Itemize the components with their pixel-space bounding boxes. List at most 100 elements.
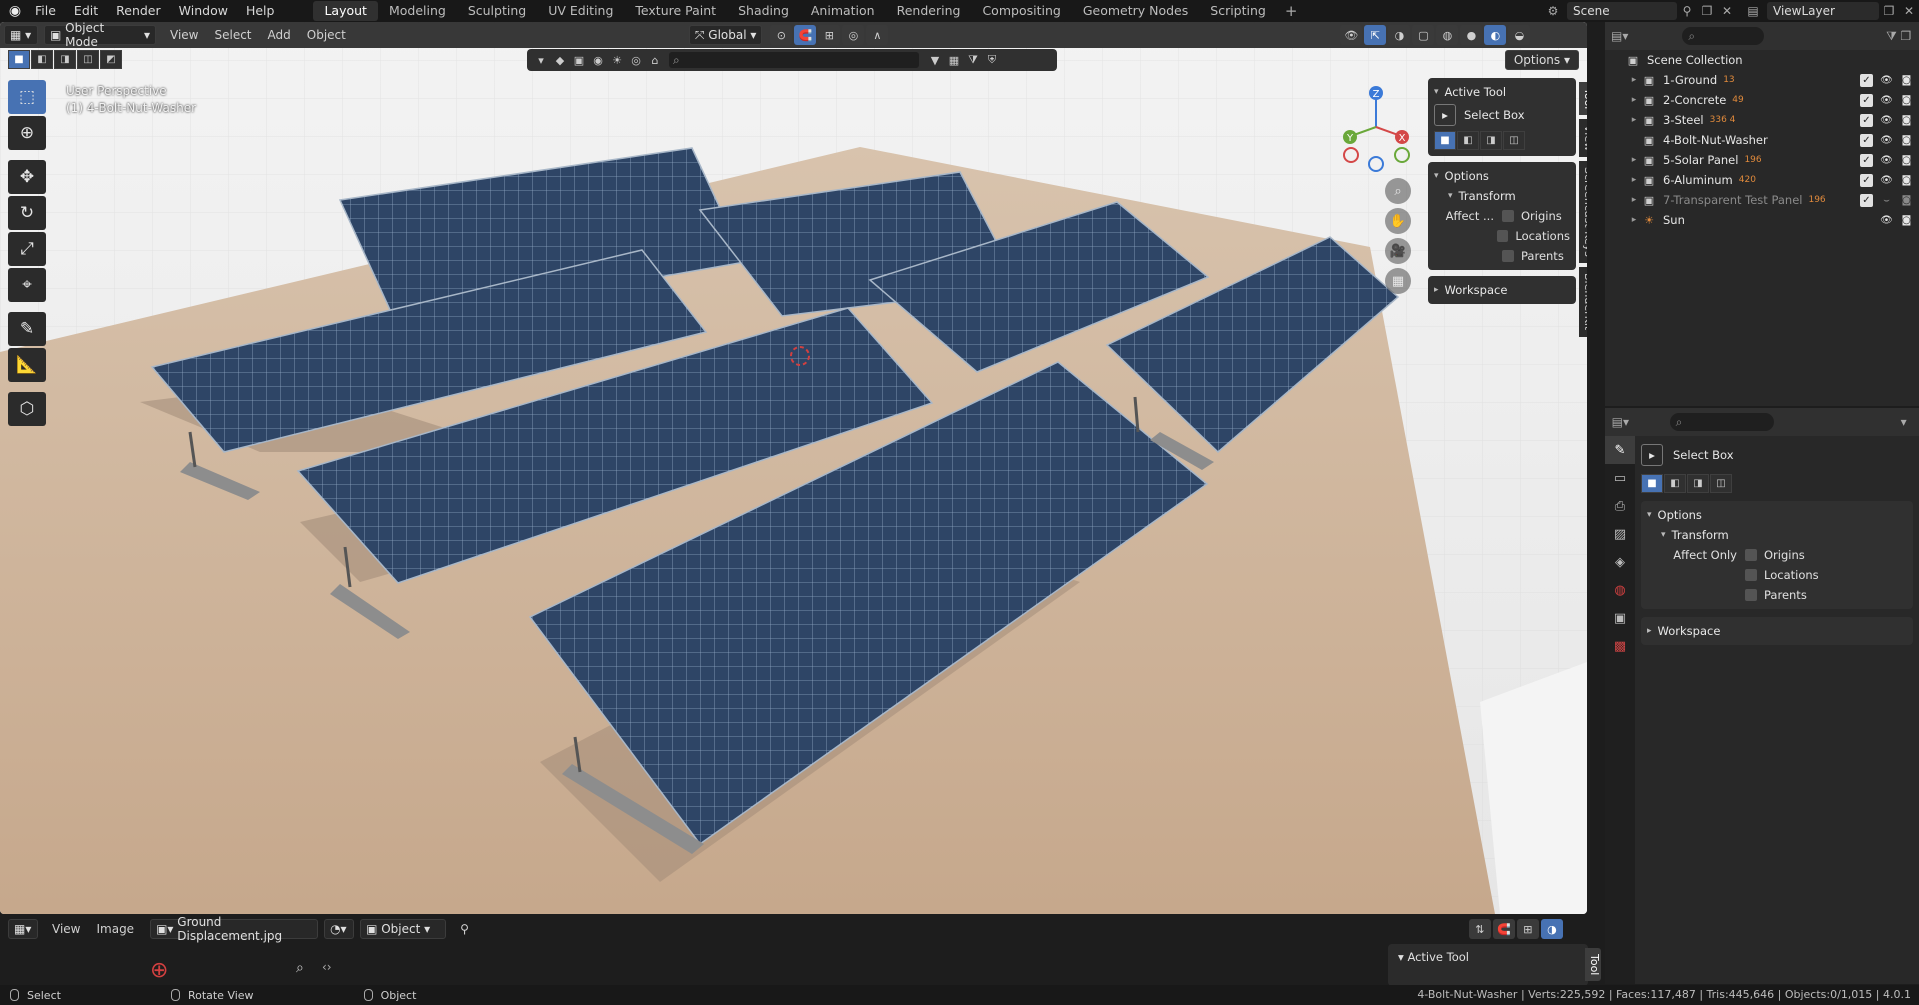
viewport-menu-object[interactable]: Object	[299, 28, 354, 42]
exclude-checkbox-icon[interactable]: ✓	[1860, 173, 1873, 187]
image-zoom-icon[interactable]: ⌕	[296, 960, 304, 976]
render-properties-tab-icon[interactable]: ▭	[1605, 464, 1635, 492]
object-mode-dropdown[interactable]: ▣ Object Mode ▾	[44, 22, 156, 49]
image-mode-dropdown[interactable]: ◔▾	[324, 919, 355, 939]
camera-render-icon[interactable]: ◙	[1900, 174, 1913, 187]
npanel-mode-new-icon[interactable]: ■	[1434, 131, 1456, 150]
properties-mode-subtract-icon[interactable]: ◨	[1687, 474, 1709, 493]
eye-icon[interactable]: 👁	[1880, 94, 1893, 107]
expand-arrows-icon[interactable]: ‹›	[322, 960, 332, 974]
blender-logo-icon[interactable]: ◉	[4, 0, 26, 22]
rendered-shading-icon[interactable]: ◒	[1508, 25, 1531, 45]
object-dropdown[interactable]: ▣ Object ▾	[360, 919, 447, 939]
view-layer-selector[interactable]: ViewLayer	[1767, 2, 1879, 20]
sidebar-tab-screencast-keys[interactable]: Screencast Keys	[1579, 161, 1587, 264]
outliner-row[interactable]: ▸ ▣ 2-Concrete 49 ✓ 👁 ◙	[1605, 90, 1919, 110]
sidebar-tab-tool[interactable]: Tool	[1579, 82, 1587, 116]
collection-properties-tab-icon[interactable]: ▣	[1605, 604, 1635, 632]
new-view-layer-icon[interactable]: ❐	[1879, 2, 1899, 20]
expand-arrow-icon[interactable]: ▸	[1627, 95, 1641, 105]
navigation-gizmo[interactable]: Z Y X	[1336, 82, 1416, 172]
measure-tool-icon[interactable]: 📐	[8, 348, 46, 382]
scene-selector[interactable]: Scene	[1567, 2, 1677, 20]
add-cube-tool-icon[interactable]: ⬡	[8, 392, 46, 426]
workspace-panel[interactable]: ▸ Workspace	[1428, 276, 1576, 304]
properties-mode-invert-icon[interactable]: ◫	[1710, 474, 1732, 493]
menu-help[interactable]: Help	[237, 0, 284, 22]
camera-render-icon[interactable]: ◙	[1900, 114, 1913, 127]
npanel-mode-subtract-icon[interactable]: ◨	[1480, 131, 1502, 150]
properties-workspace-panel[interactable]: ▸ Workspace	[1641, 617, 1913, 645]
outliner-row[interactable]: ▸ ▣ 1-Ground 13 ✓ 👁 ◙	[1605, 70, 1919, 90]
overlay-toggle-icon[interactable]: ◑	[1388, 25, 1411, 45]
lock-filter-icon[interactable]: ⌂	[647, 52, 663, 68]
viewport-menu-add[interactable]: Add	[260, 28, 299, 42]
properties-search-input[interactable]: ⌕	[1669, 413, 1775, 431]
expand-arrow-icon[interactable]: ▸	[1627, 215, 1641, 225]
exclude-checkbox-icon[interactable]: ✓	[1860, 193, 1873, 207]
select-invert-icon[interactable]: ◫	[77, 50, 99, 69]
menu-file[interactable]: File	[26, 0, 65, 22]
bookmark-icon[interactable]: ▼	[927, 52, 943, 68]
camera-render-icon[interactable]: ◙	[1900, 134, 1913, 147]
properties-mode-extend-icon[interactable]: ◧	[1664, 474, 1686, 493]
tab-rendering[interactable]: Rendering	[886, 1, 972, 21]
ortho-grid-icon[interactable]: ▦	[1385, 268, 1411, 294]
camera-filter-icon[interactable]: ◎	[628, 52, 644, 68]
collapse-icon[interactable]: ▾	[1434, 87, 1439, 97]
properties-options-icon[interactable]: ▾	[1894, 413, 1913, 431]
material-shading-icon[interactable]: ◐	[1484, 25, 1507, 45]
tab-texture-paint[interactable]: Texture Paint	[624, 1, 727, 21]
shield-icon[interactable]: ⛨	[984, 52, 1000, 68]
hidden-eye-icon[interactable]: ⌣	[1880, 194, 1893, 207]
xray-icon[interactable]: ▢	[1412, 25, 1435, 45]
npanel-mode-extend-icon[interactable]: ◧	[1457, 131, 1479, 150]
collapse-icon[interactable]: ▾	[1448, 191, 1453, 201]
output-properties-tab-icon[interactable]: ⎙	[1605, 492, 1635, 520]
color-filter-icon[interactable]: ◆	[552, 52, 568, 68]
collapse-icon[interactable]: ▾	[1661, 530, 1666, 540]
delete-scene-icon[interactable]: ✕	[1717, 2, 1737, 20]
select-extend-icon[interactable]: ◧	[31, 50, 53, 69]
outliner-type-icon[interactable]: ▤▾	[1611, 27, 1628, 45]
tool-properties-tab-icon[interactable]: ✎	[1605, 436, 1635, 464]
properties-type-icon[interactable]: ▤▾	[1611, 413, 1630, 431]
tab-scripting[interactable]: Scripting	[1199, 1, 1277, 21]
transform-tool-icon[interactable]: ⌖	[8, 268, 46, 302]
eye-icon[interactable]: 👁	[1880, 134, 1893, 147]
move-tool-icon[interactable]: ✥	[8, 160, 46, 194]
select-box-tool-icon[interactable]: ⬚	[8, 80, 46, 114]
new-scene-icon[interactable]: ❐	[1697, 2, 1717, 20]
annotate-tool-icon[interactable]: ✎	[8, 312, 46, 346]
properties-parents-checkbox[interactable]	[1745, 589, 1757, 601]
collapse-icon[interactable]: ▾	[1647, 510, 1652, 520]
camera-render-icon[interactable]: ◙	[1900, 194, 1913, 207]
expand-arrow-icon[interactable]: ▸	[1627, 75, 1641, 85]
tab-geometry-nodes[interactable]: Geometry Nodes	[1072, 1, 1199, 21]
funnel-icon[interactable]: ⧩	[965, 52, 981, 68]
pan-hand-icon[interactable]: ✋	[1385, 208, 1411, 234]
transform-orientation-dropdown[interactable]: ⤧ Global ▾	[688, 25, 763, 45]
exclude-checkbox-icon[interactable]: ✓	[1860, 113, 1873, 127]
camera-render-icon[interactable]: ◙	[1900, 74, 1913, 87]
outliner-row[interactable]: ▸ ▣ 7-Transparent Test Panel 196 ✓ ⌣ ◙	[1605, 190, 1919, 210]
sidebar-tab-blenderkit[interactable]: BlenderKit	[1579, 267, 1587, 337]
tab-shading[interactable]: Shading	[727, 1, 800, 21]
outliner-row[interactable]: ▸ ▣ 6-Aluminum 420 ✓ 👁 ◙	[1605, 170, 1919, 190]
pin-icon[interactable]: ⚲	[1677, 2, 1697, 20]
pivot-point-icon[interactable]: ⊙	[770, 25, 793, 45]
image-menu-image[interactable]: Image	[88, 922, 142, 936]
mesh-filter-icon[interactable]: ◉	[590, 52, 606, 68]
viewport-menu-select[interactable]: Select	[206, 28, 259, 42]
tab-modeling[interactable]: Modeling	[378, 1, 457, 21]
light-filter-icon[interactable]: ☀	[609, 52, 625, 68]
tab-animation[interactable]: Animation	[800, 1, 886, 21]
properties-mode-new-icon[interactable]: ■	[1641, 474, 1663, 493]
eye-icon[interactable]: 👁	[1880, 114, 1893, 127]
zoom-icon[interactable]: ⌕	[1385, 178, 1411, 204]
proportional-edit-icon[interactable]: ◎	[842, 25, 865, 45]
view-layer-icon[interactable]: ▤	[1743, 2, 1763, 20]
new-collection-icon[interactable]: ❐	[1899, 27, 1913, 45]
exclude-checkbox-icon[interactable]: ✓	[1860, 93, 1873, 107]
texture-properties-tab-icon[interactable]: ▩	[1605, 632, 1635, 660]
